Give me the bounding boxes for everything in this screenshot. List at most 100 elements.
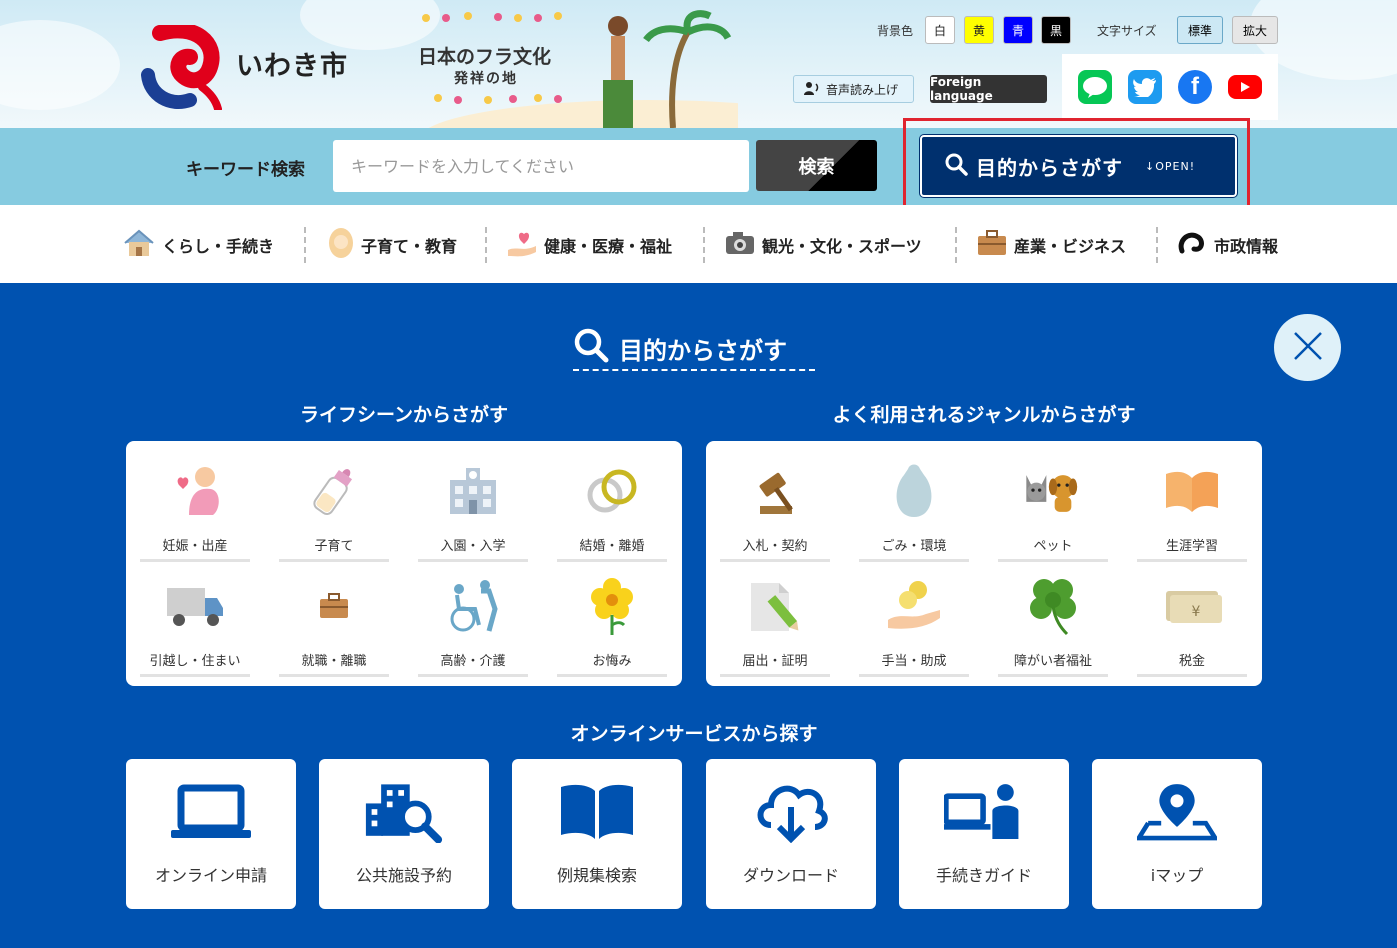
keyword-search-input[interactable]: [333, 140, 749, 192]
tile-underline: [140, 559, 250, 562]
online-service-title: オンラインサービスから探す: [570, 723, 818, 745]
flower-icon: [582, 576, 642, 636]
category-nav-label: 産業・ビジネス: [1014, 237, 1127, 256]
purpose-search-label: 目的からさがす: [976, 155, 1123, 180]
twitter-icon[interactable]: [1128, 70, 1162, 104]
genre-tile-label: 生涯学習: [1165, 539, 1218, 554]
genre-tile-label: 届出・証明: [742, 654, 808, 669]
tile-underline: [279, 674, 389, 677]
life-scene-tile[interactable]: 引越し・住まい: [140, 566, 250, 677]
city-logo-icon: [141, 22, 222, 113]
genre-tile[interactable]: ペット: [998, 451, 1108, 562]
category-nav-item[interactable]: 健康・医療・福祉: [506, 227, 672, 263]
online-service-label: オンライン申請: [154, 866, 267, 885]
purpose-open-label: ↓OPEN!: [1145, 159, 1196, 173]
life-scene-tile-label: 入園・入学: [440, 539, 506, 554]
purpose-search-button[interactable]: 目的からさがす ↓OPEN!: [920, 135, 1237, 197]
online-service-card[interactable]: 例規集検索: [512, 759, 682, 909]
genre-tile-label: 税金: [1178, 654, 1205, 669]
life-scene-tile-label: 就職・離職: [301, 654, 367, 669]
life-scene-tile-label: 高齢・介護: [440, 654, 506, 669]
panel-title-text: 目的からさがす: [619, 336, 787, 365]
online-service-card[interactable]: オンライン申請: [126, 759, 296, 909]
document-pen-icon: [745, 576, 805, 636]
life-scene-tile-label: 引越し・住まい: [149, 654, 241, 669]
life-scene-tile[interactable]: 子育て: [279, 451, 389, 562]
genre-tile[interactable]: 障がい者福祉: [998, 566, 1108, 677]
person-computer-icon: [944, 781, 1024, 843]
genre-tile[interactable]: 届出・証明: [720, 566, 830, 677]
tile-underline: [140, 674, 250, 677]
tile-underline: [859, 674, 969, 677]
life-scene-tile[interactable]: 結婚・離婚: [557, 451, 667, 562]
genre-tile[interactable]: ごみ・環境: [859, 451, 969, 562]
tile-underline: [720, 674, 830, 677]
city-name: いわき市: [236, 51, 348, 82]
category-nav-item[interactable]: 観光・文化・スポーツ: [724, 227, 922, 263]
genre-tile-label: 障がい者福祉: [1013, 654, 1092, 669]
bg-color-button[interactable]: 白: [925, 16, 955, 44]
garbage-bag-icon: [884, 461, 944, 521]
genre-tile[interactable]: 手当・助成: [859, 566, 969, 677]
life-scene-tile[interactable]: 入園・入学: [418, 451, 528, 562]
life-scene-tile[interactable]: 就職・離職: [279, 566, 389, 677]
nav-divider: [485, 227, 487, 263]
genre-tile-label: 入札・契約: [742, 539, 808, 554]
briefcase-icon: [304, 576, 364, 636]
tile-underline: [418, 559, 528, 562]
category-nav-label: 観光・文化・スポーツ: [762, 237, 922, 256]
bg-color-button[interactable]: 黒: [1041, 16, 1071, 44]
heart-hand-icon: [506, 228, 538, 262]
category-nav-item[interactable]: 産業・ビジネス: [976, 227, 1126, 263]
panel-title: 目的からさがす: [573, 323, 815, 373]
category-nav-label: 市政情報: [1214, 237, 1279, 256]
tile-underline: [859, 559, 969, 562]
close-panel-button[interactable]: [1274, 314, 1341, 381]
panel-title-underline: [573, 369, 815, 371]
tile-underline: [998, 559, 1108, 562]
life-scene-tile[interactable]: 高齢・介護: [418, 566, 528, 677]
tile-underline: [279, 559, 389, 562]
genre-tile[interactable]: ¥ 税金: [1137, 566, 1247, 677]
online-service-card[interactable]: ダウンロード: [706, 759, 876, 909]
youtube-icon[interactable]: [1228, 75, 1262, 99]
life-scene-tile-label: 結婚・離婚: [579, 539, 645, 554]
bg-color-button[interactable]: 青: [1003, 16, 1033, 44]
font-size-standard-button[interactable]: 標準: [1177, 16, 1223, 44]
life-scene-title: ライフシーンからさがす: [299, 404, 509, 426]
wheelchair-icon: [443, 576, 503, 636]
foreign-language-button[interactable]: Foreign language: [930, 75, 1047, 103]
category-nav-item[interactable]: くらし・手続き: [122, 227, 274, 263]
laptop-icon: [171, 781, 251, 843]
building-search-icon: [364, 781, 444, 843]
search-icon: [573, 327, 609, 369]
font-size-large-button[interactable]: 拡大: [1232, 16, 1278, 44]
site-header: いわき市 日本のフラ文化 発祥の地 背景色 文字サイズ 標準 拡大 音声読み上げ…: [0, 0, 1397, 128]
school-icon: [443, 461, 503, 521]
bg-color-button[interactable]: 黄: [964, 16, 994, 44]
online-service-card[interactable]: 手続きガイド: [899, 759, 1069, 909]
rings-icon: [582, 461, 642, 521]
online-service-card[interactable]: 公共施設予約: [319, 759, 489, 909]
tile-underline: [1137, 674, 1247, 677]
nav-divider: [955, 227, 957, 263]
line-icon[interactable]: [1078, 70, 1112, 104]
category-nav-item[interactable]: 子育て・教育: [327, 227, 457, 263]
facebook-icon[interactable]: f: [1178, 70, 1212, 104]
genre-title: よく利用されるジャンルからさがす: [832, 404, 1136, 426]
nav-divider: [304, 227, 306, 263]
house-icon: [122, 228, 156, 262]
life-scene-tile[interactable]: お悔み: [557, 566, 667, 677]
money-icon: ¥: [1162, 576, 1222, 636]
life-scene-tile[interactable]: 妊娠・出産: [140, 451, 250, 562]
genre-tile[interactable]: 入札・契約: [720, 451, 830, 562]
category-nav: くらし・手続き 子育て・教育 健康・医療・福祉 観光・文化・スポーツ 産業・ビジネス 市政…: [0, 205, 1397, 283]
gavel-icon: [745, 461, 805, 521]
search-submit-button[interactable]: 検索: [756, 140, 877, 191]
tile-underline: [998, 674, 1108, 677]
online-service-card[interactable]: iマップ: [1092, 759, 1262, 909]
genre-tile[interactable]: 生涯学習: [1137, 451, 1247, 562]
voice-reader-button[interactable]: 音声読み上げ: [793, 75, 914, 103]
category-nav-item[interactable]: 市政情報: [1178, 227, 1278, 263]
nav-divider: [1156, 227, 1158, 263]
